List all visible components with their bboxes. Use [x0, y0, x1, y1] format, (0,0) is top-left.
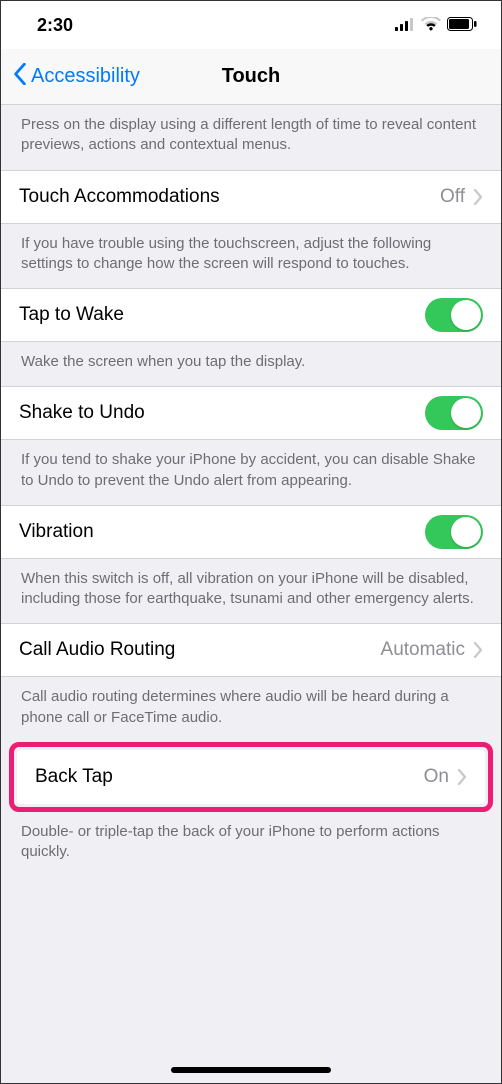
section-footer: Call audio routing determines where audi…	[1, 677, 501, 742]
row-label: Shake to Undo	[19, 402, 425, 424]
section-footer: Press on the display using a different l…	[1, 105, 501, 170]
tap-to-wake-row: Tap to Wake	[1, 288, 501, 342]
settings-list: Press on the display using a different l…	[1, 105, 501, 1083]
chevron-right-icon	[457, 769, 467, 785]
home-indicator[interactable]	[171, 1067, 331, 1073]
row-label: Back Tap	[35, 766, 424, 788]
row-value: Automatic	[381, 639, 465, 661]
shake-to-undo-row: Shake to Undo	[1, 386, 501, 440]
row-label: Touch Accommodations	[19, 186, 440, 208]
status-time: 2:30	[37, 15, 73, 36]
tap-to-wake-toggle[interactable]	[425, 298, 483, 332]
chevron-right-icon	[473, 189, 483, 205]
chevron-right-icon	[473, 642, 483, 658]
touch-accommodations-row[interactable]: Touch Accommodations Off	[1, 170, 501, 224]
row-value: Off	[440, 186, 465, 208]
section-footer: If you tend to shake your iPhone by acci…	[1, 440, 501, 505]
row-value: On	[424, 766, 449, 788]
section-footer: When this switch is off, all vibration o…	[1, 559, 501, 624]
back-label: Accessibility	[31, 65, 140, 88]
section-footer: If you have trouble using the touchscree…	[1, 224, 501, 289]
row-label: Vibration	[19, 521, 425, 543]
back-tap-highlight: Back Tap On	[9, 742, 493, 812]
section-footer: Double- or triple-tap the back of your i…	[1, 812, 501, 877]
wifi-icon	[421, 15, 441, 36]
back-tap-row[interactable]: Back Tap On	[17, 750, 485, 804]
status-bar: 2:30	[1, 1, 501, 49]
status-indicators	[395, 15, 477, 36]
back-button[interactable]: Accessibility	[1, 63, 140, 91]
call-audio-routing-row[interactable]: Call Audio Routing Automatic	[1, 623, 501, 677]
battery-icon	[447, 15, 477, 36]
row-label: Call Audio Routing	[19, 639, 381, 661]
shake-to-undo-toggle[interactable]	[425, 396, 483, 430]
chevron-left-icon	[13, 63, 27, 91]
cellular-icon	[395, 15, 415, 36]
row-label: Tap to Wake	[19, 304, 425, 326]
vibration-row: Vibration	[1, 505, 501, 559]
nav-bar: Accessibility Touch	[1, 49, 501, 105]
vibration-toggle[interactable]	[425, 515, 483, 549]
section-footer: Wake the screen when you tap the display…	[1, 342, 501, 386]
